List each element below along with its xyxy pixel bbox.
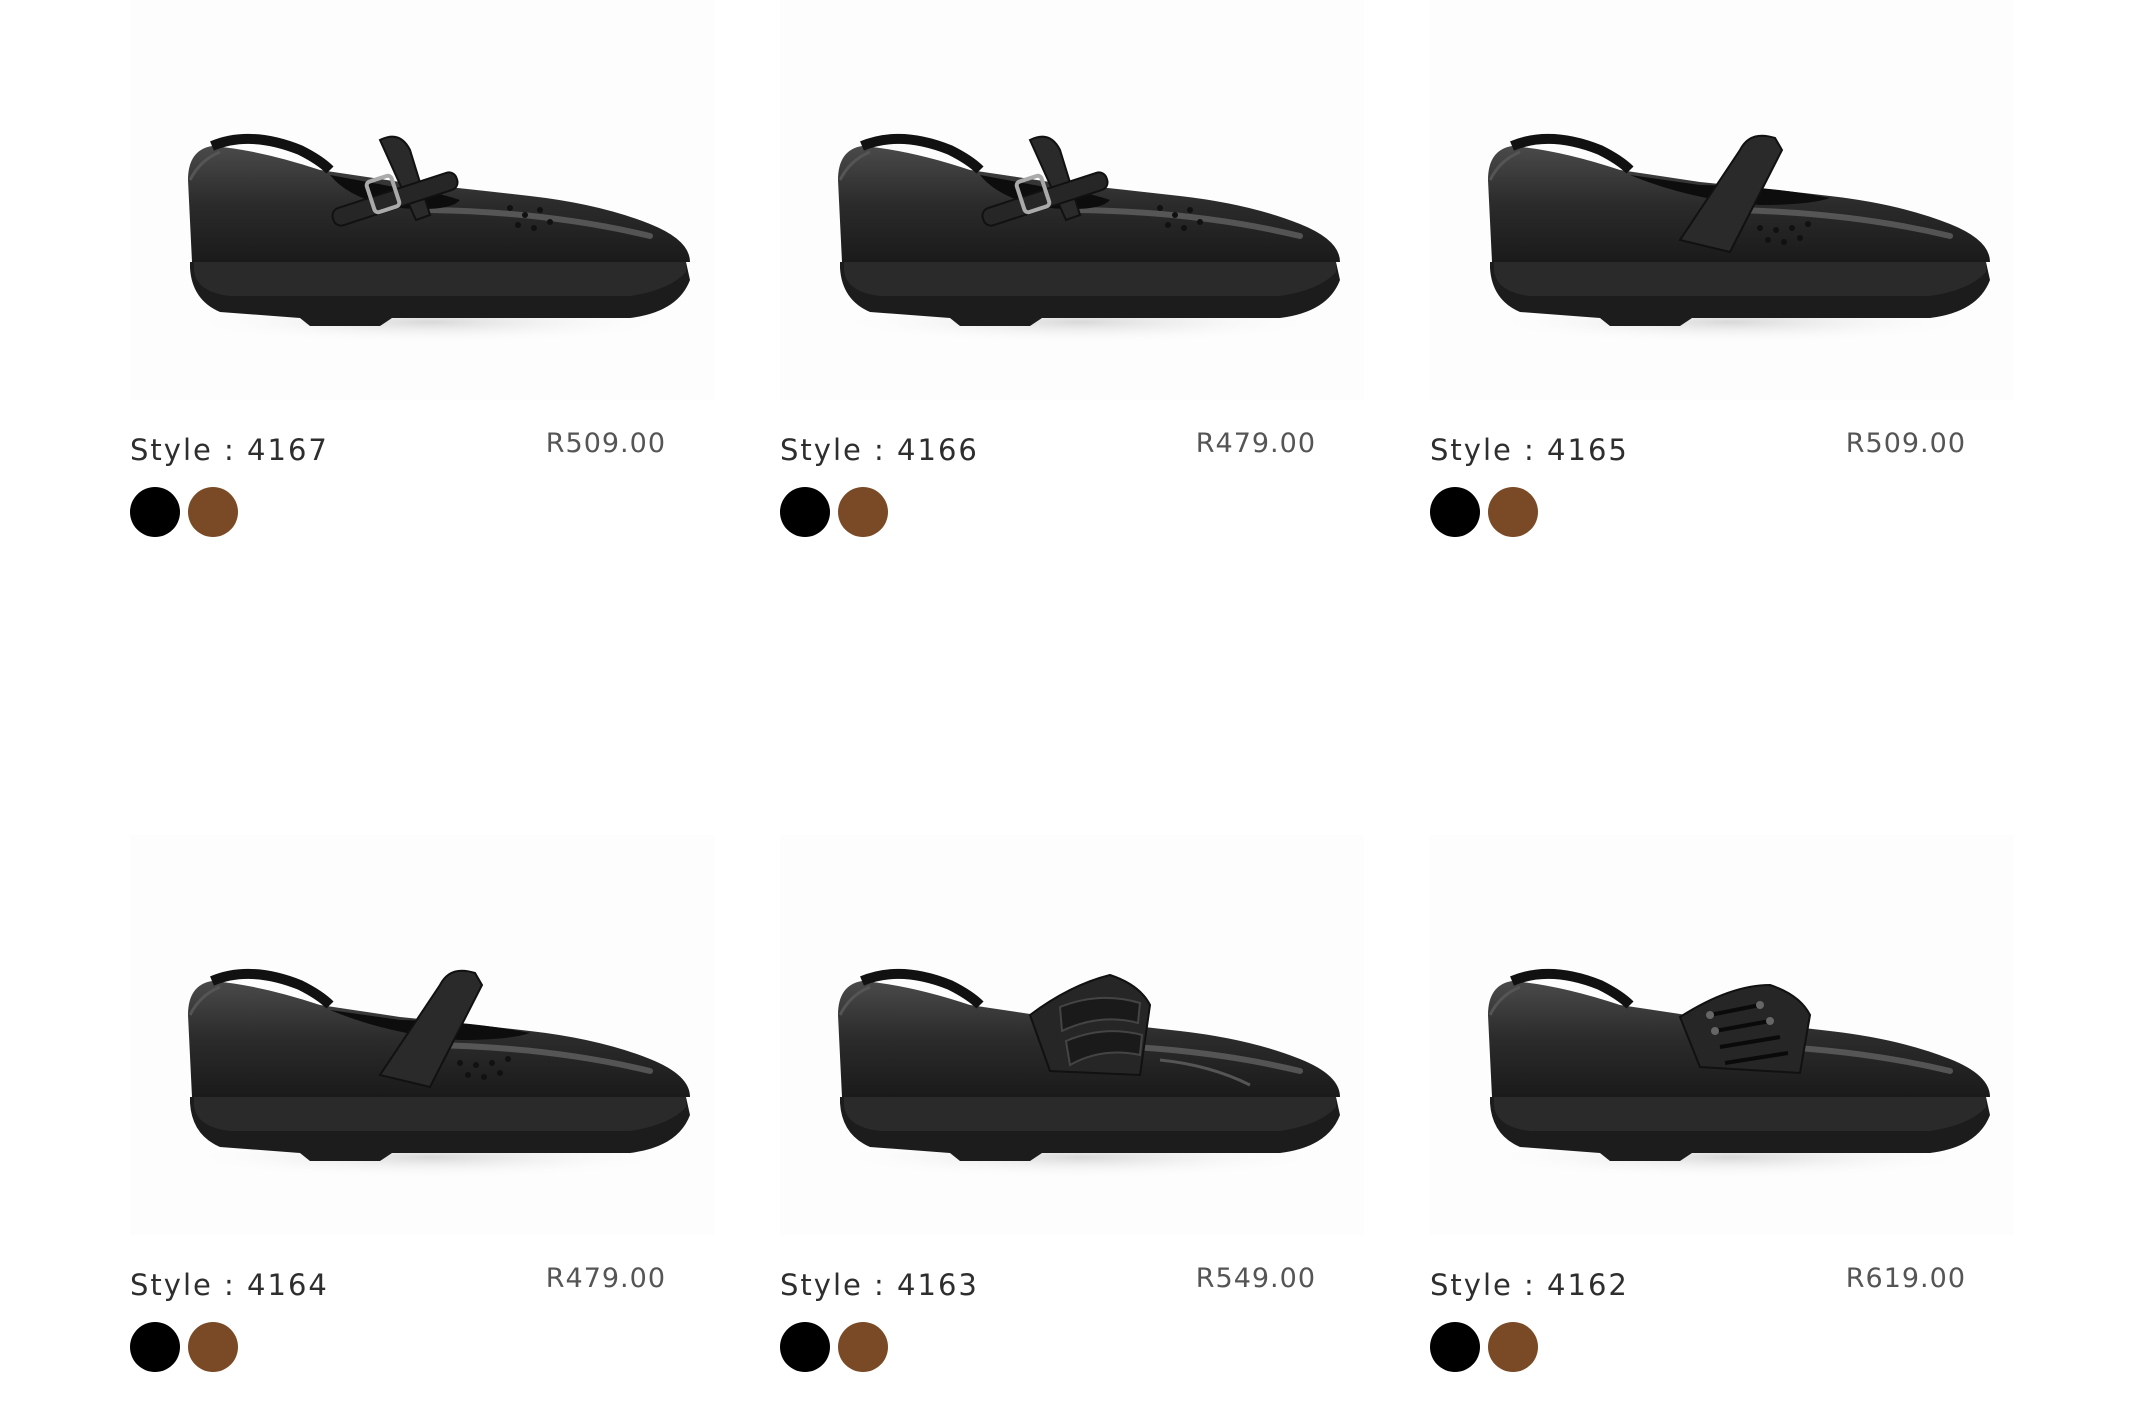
product-style[interactable]: Style : 4163 (780, 1268, 979, 1302)
shoe-image (180, 133, 690, 344)
swatch-black[interactable] (1430, 1322, 1480, 1372)
product-image[interactable] (1430, 0, 2014, 400)
swatch-brown[interactable] (188, 1322, 238, 1372)
swatch-brown[interactable] (1488, 487, 1538, 537)
product-price: R509.00 (545, 428, 666, 459)
swatch-brown[interactable] (1488, 1322, 1538, 1372)
swatch-black[interactable] (780, 487, 830, 537)
swatch-brown[interactable] (838, 487, 888, 537)
product-style[interactable]: Style : 4165 (1430, 433, 1629, 467)
product-card[interactable]: Style : 4163 R549.00 (780, 835, 1364, 1395)
shoe-image (1480, 968, 1990, 1179)
swatch-black[interactable] (780, 1322, 830, 1372)
swatch-black[interactable] (1430, 487, 1480, 537)
product-price: R479.00 (545, 1263, 666, 1294)
color-swatches (780, 487, 888, 537)
swatch-brown[interactable] (188, 487, 238, 537)
product-style[interactable]: Style : 4162 (1430, 1268, 1629, 1302)
color-swatches (130, 1322, 238, 1372)
product-image[interactable] (780, 835, 1364, 1235)
product-style[interactable]: Style : 4166 (780, 433, 979, 467)
swatch-brown[interactable] (838, 1322, 888, 1372)
product-image[interactable] (130, 0, 714, 400)
product-price: R549.00 (1195, 1263, 1316, 1294)
product-card[interactable]: Style : 4162 R619.00 (1430, 835, 2014, 1395)
product-image[interactable] (780, 0, 1364, 400)
product-card[interactable]: Style : 4165 R509.00 (1430, 0, 2014, 560)
swatch-black[interactable] (130, 1322, 180, 1372)
color-swatches (1430, 487, 1538, 537)
product-card[interactable]: Style : 4166 R479.00 (780, 0, 1364, 560)
color-swatches (780, 1322, 888, 1372)
shoe-image (830, 133, 1340, 344)
shoe-image (1480, 133, 1990, 344)
product-card[interactable]: Style : 4167 R509.00 (130, 0, 714, 560)
product-grid: Style : 4167 R509.00 Style: 4166 R479.0… (0, 0, 2144, 1422)
swatch-black[interactable] (130, 487, 180, 537)
product-image[interactable] (1430, 835, 2014, 1235)
product-price: R509.00 (1845, 428, 1966, 459)
product-image[interactable] (130, 835, 714, 1235)
product-style[interactable]: Style : 4164 (130, 1268, 329, 1302)
product-style[interactable]: Style : 4167 (130, 433, 329, 467)
shoe-image (180, 968, 690, 1179)
product-card[interactable]: Style : 4164 R479.00 (130, 835, 714, 1395)
shoe-image (830, 968, 1340, 1179)
color-swatches (130, 487, 238, 537)
product-price: R479.00 (1195, 428, 1316, 459)
product-price: R619.00 (1845, 1263, 1966, 1294)
color-swatches (1430, 1322, 1538, 1372)
